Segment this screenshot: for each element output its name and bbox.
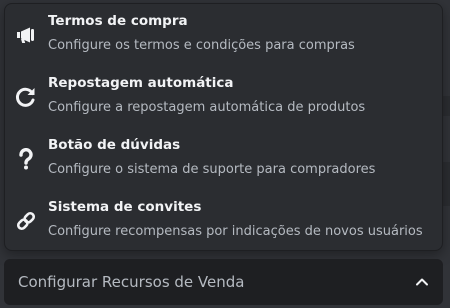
question-mark-icon [14, 147, 38, 171]
select-label: Configurar Recursos de Venda [18, 273, 245, 291]
menu-item-repostagem-automatica[interactable]: Repostagem automática Configure a repost… [5, 66, 442, 124]
menu-item-title: Termos de compra [48, 13, 188, 29]
background-content-edge [442, 162, 450, 206]
menu-item-description: Configure os termos e condições para com… [48, 38, 355, 53]
background-content-edge [442, 96, 450, 116]
link-icon [14, 209, 38, 233]
menu-item-sistema-de-convites[interactable]: Sistema de convites Configure recompensa… [5, 190, 442, 248]
menu-item-description: Configure recompensas por indicações de … [48, 224, 423, 239]
dropdown-menu: Termos de compra Configure os termos e c… [4, 3, 443, 251]
megaphone-icon [14, 23, 38, 47]
menu-item-termos-de-compra[interactable]: Termos de compra Configure os termos e c… [5, 4, 442, 62]
menu-item-title: Botão de dúvidas [48, 137, 181, 153]
menu-item-title: Sistema de convites [48, 199, 202, 215]
menu-item-description: Configure o sistema de suporte para comp… [48, 162, 376, 177]
menu-item-description: Configure a repostagem automática de pro… [48, 100, 366, 115]
configure-sales-resources-select[interactable]: Configurar Recursos de Venda [4, 259, 443, 305]
menu-item-botao-de-duvidas[interactable]: Botão de dúvidas Configure o sistema de … [5, 128, 442, 186]
refresh-icon [14, 85, 38, 109]
chevron-up-icon [414, 274, 430, 290]
menu-item-title: Repostagem automática [48, 75, 234, 91]
